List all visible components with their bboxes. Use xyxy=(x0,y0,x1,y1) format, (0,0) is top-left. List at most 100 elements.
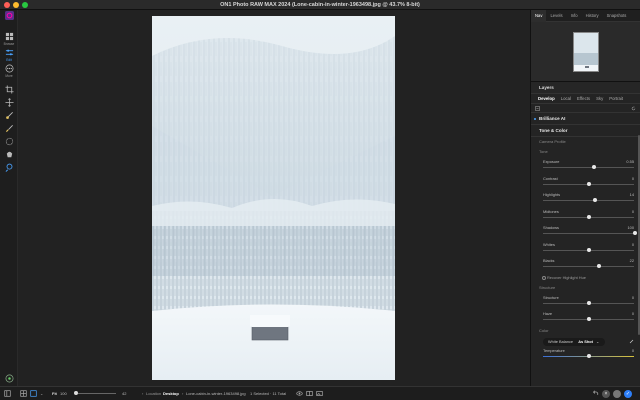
navigator-thumbnail[interactable] xyxy=(572,31,599,72)
fit-button[interactable]: Fit xyxy=(52,391,57,396)
clone-stamp-tool[interactable] xyxy=(0,163,18,172)
location-value[interactable]: Desktop xyxy=(163,391,179,396)
retouch-tool[interactable] xyxy=(0,150,18,159)
tab-history[interactable]: History xyxy=(582,10,603,22)
location-label: Location xyxy=(146,391,162,396)
tab-sky[interactable]: Sky xyxy=(593,96,606,101)
white-balance-row: White Balance As Shot ⌄ xyxy=(531,336,640,348)
slider-handle[interactable] xyxy=(587,247,591,252)
tab-info[interactable]: Info xyxy=(567,10,582,22)
ai-assistant-button[interactable] xyxy=(0,374,18,383)
temperature-slider-handle[interactable] xyxy=(587,353,591,358)
preset-icon[interactable] xyxy=(535,106,540,111)
done-check-icon[interactable]: ✓ xyxy=(624,390,632,398)
slider-handle[interactable] xyxy=(633,231,637,235)
tone-color-section[interactable]: Tone & Color xyxy=(531,125,640,137)
tab-levels[interactable]: Levels xyxy=(546,10,566,22)
preset-row xyxy=(531,104,640,113)
more-icon xyxy=(5,64,13,73)
slider-handle[interactable] xyxy=(587,300,591,305)
eye-icon[interactable] xyxy=(296,390,303,397)
slider-handle[interactable] xyxy=(587,214,591,219)
slider-label: Haze xyxy=(543,311,553,316)
tab-snapshots[interactable]: Snapshots xyxy=(603,10,631,22)
adjustable-brush-tool[interactable] xyxy=(0,124,18,133)
slider-track[interactable] xyxy=(543,167,634,168)
slider-value[interactable]: 14 xyxy=(630,192,634,197)
temperature-slider-row: Temperature 0 xyxy=(531,348,640,365)
snowy-cabin-photo xyxy=(152,16,395,380)
navigator-panel xyxy=(531,22,640,82)
single-view-icon[interactable] xyxy=(30,390,37,397)
module-more[interactable]: More xyxy=(0,64,18,78)
slider-value[interactable]: 0 xyxy=(632,242,634,247)
color-group-label: Color xyxy=(539,327,549,333)
photo-preview-icon[interactable] xyxy=(316,390,323,397)
title-bar: ON1 Photo RAW MAX 2024 (Lone-cabin-in-wi… xyxy=(0,0,640,10)
white-balance-label: White Balance xyxy=(548,338,574,344)
module-browse-label: Browse xyxy=(3,42,15,46)
slider-value[interactable]: 0 xyxy=(632,311,634,316)
tab-local[interactable]: Local xyxy=(558,96,574,101)
tone-group-label: Tone xyxy=(539,149,548,154)
brilliance-ai-section[interactable]: Brilliance AI xyxy=(531,113,640,125)
cancel-icon[interactable]: × xyxy=(602,390,610,398)
slider-handle[interactable] xyxy=(593,198,598,202)
tab-portrait[interactable]: Portrait xyxy=(606,96,626,101)
close-window-button[interactable] xyxy=(4,2,10,8)
slider-handle[interactable] xyxy=(587,181,591,186)
compare-icon[interactable] xyxy=(306,390,313,397)
file-name[interactable]: Lone-cabin-in-winter-1963498.jpg xyxy=(186,391,246,396)
crop-tool[interactable] xyxy=(0,85,18,94)
module-browse[interactable]: Browse xyxy=(0,32,18,46)
tab-nav[interactable]: Nav xyxy=(531,9,547,22)
slider-handle[interactable] xyxy=(591,165,596,169)
slider-track[interactable] xyxy=(543,233,634,234)
slider-row-whites: Whites 0 xyxy=(531,240,640,257)
white-balance-select[interactable]: White Balance As Shot ⌄ xyxy=(543,337,605,346)
slider-handle[interactable] xyxy=(587,317,591,321)
slider-track[interactable] xyxy=(543,200,634,201)
transform-tool[interactable] xyxy=(0,98,18,107)
sidebar-toggle-icon[interactable] xyxy=(4,390,11,397)
slider-value[interactable]: 100 xyxy=(628,225,635,230)
zoom-window-button[interactable] xyxy=(22,2,28,8)
settings-icon[interactable] xyxy=(613,390,621,398)
view-mode-chevron-icon[interactable]: ⌄ xyxy=(40,391,43,396)
zoom-value[interactable]: 100 xyxy=(60,391,67,396)
recover-highlight-hue-toggle[interactable]: Recover Highlight Hue xyxy=(531,273,640,283)
module-edit[interactable]: Edit xyxy=(0,48,18,62)
image-canvas[interactable] xyxy=(18,10,530,386)
tab-effects[interactable]: Effects xyxy=(574,96,593,101)
temperature-value: 0 xyxy=(631,347,634,353)
slider-value[interactable]: 0.55 xyxy=(626,159,634,164)
grid-view-icon[interactable] xyxy=(20,390,27,397)
brush-tool[interactable] xyxy=(0,111,18,120)
slider-row-exposure: Exposure 0.55 xyxy=(531,157,640,174)
photo-preview[interactable] xyxy=(152,16,395,380)
slider-track[interactable] xyxy=(543,266,634,267)
tab-develop[interactable]: Develop xyxy=(535,96,558,101)
undo-icon[interactable] xyxy=(592,390,599,397)
camera-profile-label[interactable]: Camera Profile xyxy=(531,137,640,147)
temperature-label: Temperature xyxy=(543,347,565,353)
slider-row-contrast: Contrast 0 xyxy=(531,174,640,191)
zoom-slider-value: 42 xyxy=(122,391,127,396)
layers-header[interactable]: Layers xyxy=(531,82,640,94)
minimize-window-button[interactable] xyxy=(13,2,19,8)
retouch-icon xyxy=(6,151,12,158)
eyedropper-icon[interactable] xyxy=(629,339,634,344)
slider-label: Midtones xyxy=(543,208,559,214)
module-edit-label: Edit xyxy=(6,58,12,62)
slider-value[interactable]: 0 xyxy=(632,209,634,214)
slider-handle[interactable] xyxy=(597,264,602,268)
slider-row-haze: Haze 0 xyxy=(531,309,640,326)
slider-value[interactable]: 0 xyxy=(632,176,634,181)
bottom-bar: ⌄ Fit 100 42 ‹ Location Desktop › Lone-c… xyxy=(0,386,640,400)
zoom-slider-track[interactable] xyxy=(78,393,116,394)
app-logo xyxy=(0,11,18,20)
reset-icon[interactable] xyxy=(631,106,636,111)
slider-value[interactable]: 22 xyxy=(630,258,634,263)
masking-tool[interactable] xyxy=(0,137,18,146)
slider-value[interactable]: 0 xyxy=(632,295,634,300)
